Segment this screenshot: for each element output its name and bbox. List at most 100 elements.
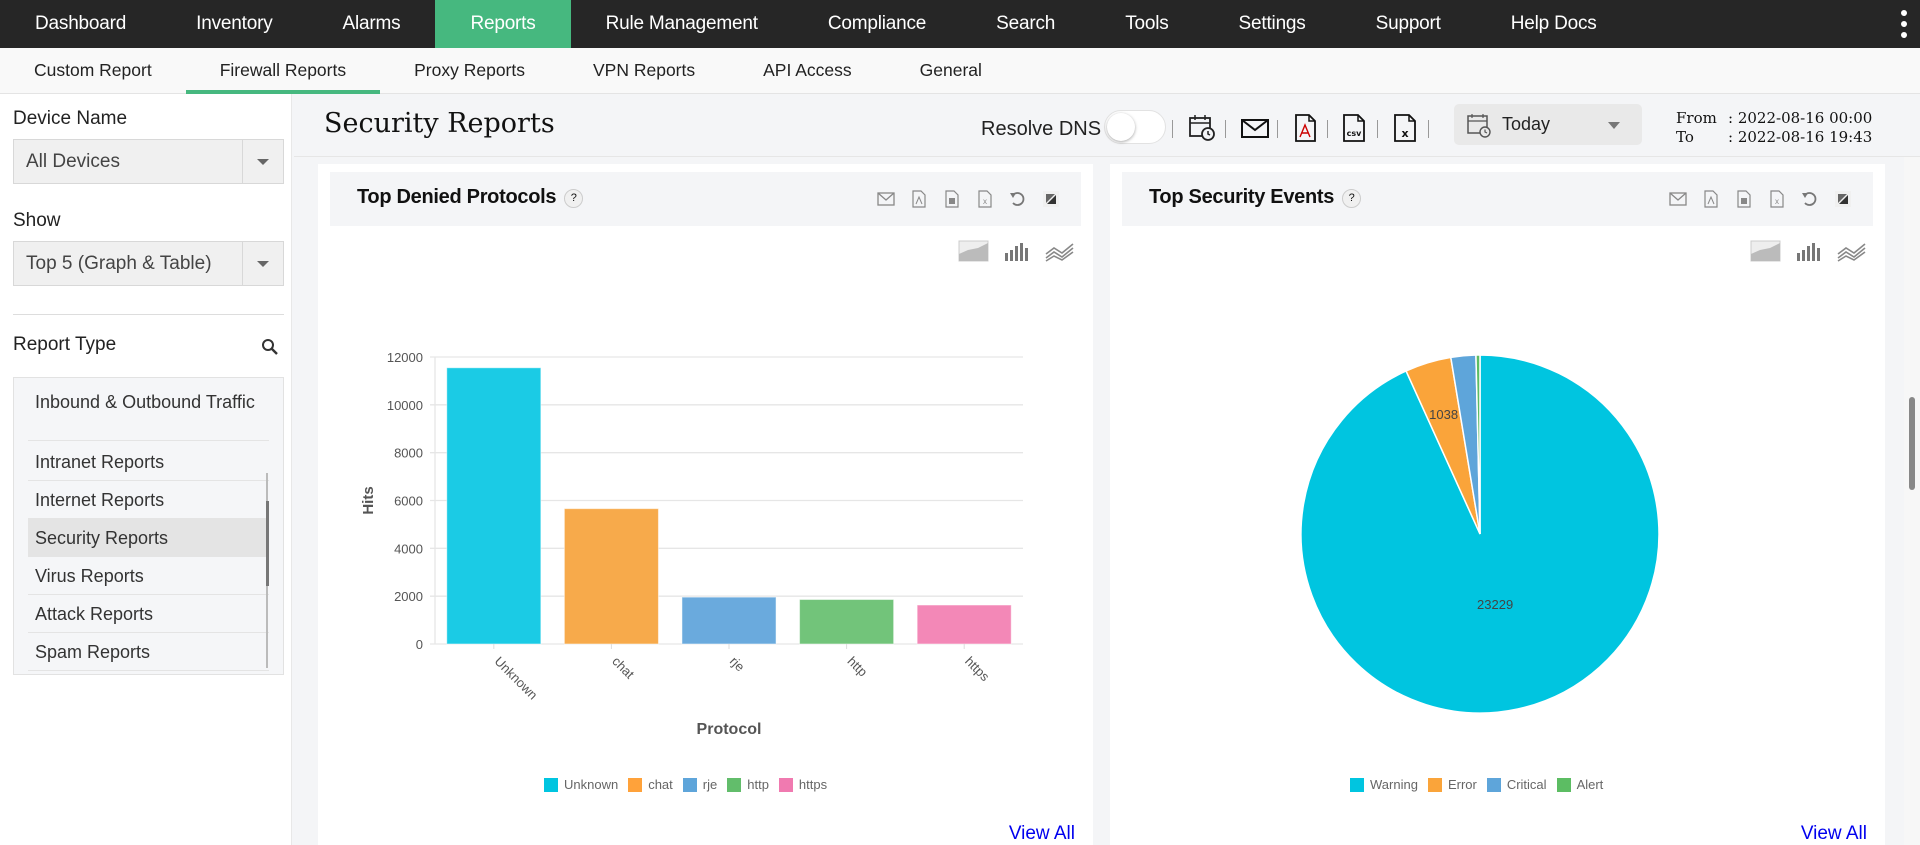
divider <box>1172 120 1173 138</box>
schedule-calendar-icon[interactable] <box>1187 112 1217 144</box>
nav-item-compliance[interactable]: Compliance <box>793 0 961 48</box>
bar-chart-icon[interactable] <box>1793 240 1824 262</box>
chevron-down-icon[interactable] <box>242 242 283 285</box>
legend-label: Unknown <box>564 777 619 792</box>
page-scrollbar-thumb[interactable] <box>1909 397 1915 490</box>
divider <box>1225 120 1226 138</box>
to-value: : 2022-08-16 19:43 <box>1728 128 1873 146</box>
refresh-icon[interactable] <box>1008 189 1028 209</box>
view-all-link[interactable]: View All <box>1801 823 1867 845</box>
legend-swatch <box>727 777 742 792</box>
tab-firewall-reports[interactable]: Firewall Reports <box>185 48 381 94</box>
nav-item-reports[interactable]: Reports <box>435 0 571 48</box>
report-type-item[interactable]: Internet Reports <box>28 481 269 519</box>
show-select[interactable]: Top 5 (Graph & Table) <box>13 241 284 286</box>
x-tick-label: https <box>962 654 993 685</box>
report-type-item[interactable]: Security Reports <box>28 519 269 557</box>
area-chart-icon[interactable] <box>1750 240 1781 262</box>
csv-icon[interactable] <box>1734 189 1754 209</box>
sidebar: Device Name All Devices Show Top 5 (Grap… <box>0 94 292 845</box>
resolve-dns-toggle[interactable] <box>1104 110 1166 144</box>
email-icon[interactable] <box>876 189 896 209</box>
legend-label: Warning <box>1370 777 1418 792</box>
nav-item-alarms[interactable]: Alarms <box>308 0 436 48</box>
card-title-text: Top Denied Protocols <box>357 186 557 208</box>
search-icon[interactable] <box>261 338 279 356</box>
legend-swatch <box>1486 777 1501 792</box>
more-options-icon[interactable] <box>1898 8 1910 40</box>
report-type-item[interactable]: Spam Reports <box>28 633 269 671</box>
tab-proxy-reports[interactable]: Proxy Reports <box>380 48 559 94</box>
legend-item[interactable]: Unknown <box>544 777 618 792</box>
legend-swatch <box>1427 777 1442 792</box>
svg-text:x: x <box>1775 197 1779 206</box>
top-navigation: Dashboard Inventory Alarms Reports Rule Mana… <box>0 0 1920 48</box>
page-scrollbar[interactable] <box>1904 157 1920 845</box>
excel-icon[interactable]: x <box>1767 189 1787 209</box>
legend-label: https <box>798 777 828 792</box>
legend-item[interactable]: https <box>778 777 828 792</box>
chart-legend: Unknown chat rje http https <box>544 777 827 792</box>
line-chart-icon[interactable] <box>1044 240 1075 262</box>
nav-item-search[interactable]: Search <box>961 0 1090 48</box>
refresh-icon[interactable] <box>1800 189 1820 209</box>
pie-data-label: 1038 <box>1429 407 1458 422</box>
pdf-icon[interactable] <box>1701 189 1721 209</box>
nav-item-support[interactable]: Support <box>1341 0 1476 48</box>
help-icon[interactable]: ? <box>1342 189 1362 208</box>
pdf-export-icon[interactable] <box>1290 112 1320 144</box>
line-chart-icon[interactable] <box>1836 240 1867 262</box>
excel-export-icon[interactable]: x <box>1390 112 1420 144</box>
email-icon[interactable] <box>1240 112 1270 144</box>
legend-item[interactable]: Error <box>1427 777 1477 792</box>
report-type-item[interactable]: Attack Reports <box>28 595 269 633</box>
x-tick-label: chat <box>609 654 637 682</box>
legend-item[interactable]: Alert <box>1556 777 1603 792</box>
csv-icon[interactable] <box>942 189 962 209</box>
divider <box>1428 120 1429 138</box>
nav-item-settings[interactable]: Settings <box>1204 0 1341 48</box>
nav-item-tools[interactable]: Tools <box>1090 0 1203 48</box>
view-all-link[interactable]: View All <box>1009 823 1075 845</box>
expand-icon[interactable] <box>1833 189 1853 209</box>
report-type-item[interactable]: Intranet Reports <box>28 443 269 481</box>
legend-label: rje <box>702 777 718 792</box>
pdf-icon[interactable] <box>909 189 929 209</box>
tab-custom-report[interactable]: Custom Report <box>0 48 186 94</box>
email-icon[interactable] <box>1668 189 1688 209</box>
chevron-down-icon[interactable] <box>242 140 283 183</box>
csv-export-icon[interactable]: csv <box>1339 112 1369 144</box>
divider <box>1377 120 1378 138</box>
legend-item[interactable]: Warning <box>1350 777 1418 792</box>
legend-label: Critical <box>1506 777 1547 792</box>
tab-vpn-reports[interactable]: VPN Reports <box>559 48 729 94</box>
area-chart-icon[interactable] <box>958 240 989 262</box>
bar-chart-icon[interactable] <box>1001 240 1032 262</box>
chevron-down-icon <box>1608 122 1620 129</box>
excel-icon[interactable]: x <box>975 189 995 209</box>
expand-icon[interactable] <box>1041 189 1061 209</box>
nav-item-dashboard[interactable]: Dashboard <box>0 0 161 48</box>
bar-https <box>916 604 1012 645</box>
x-tick-label: rje <box>727 654 748 675</box>
x-tick-label: Unknown <box>492 654 541 703</box>
legend-item[interactable]: chat <box>628 777 673 792</box>
tab-general[interactable]: General <box>886 48 1016 94</box>
nav-item-rule-management[interactable]: Rule Management <box>571 0 793 48</box>
report-type-item[interactable]: Virus Reports <box>28 557 269 595</box>
legend-item[interactable]: Critical <box>1486 777 1547 792</box>
chart-legend: Warning Error Critical Alert <box>1350 777 1603 792</box>
period-dropdown[interactable]: Today <box>1454 104 1642 145</box>
device-name-select[interactable]: All Devices <box>13 139 284 184</box>
legend-item[interactable]: http <box>727 777 769 792</box>
legend-item[interactable]: rje <box>682 777 718 792</box>
report-type-item[interactable]: Inbound & Outbound Traffic <box>28 389 269 441</box>
help-icon[interactable]: ? <box>564 189 584 208</box>
chart-type-switcher <box>1750 240 1867 262</box>
legend-swatch <box>1350 777 1364 792</box>
tab-api-access[interactable]: API Access <box>729 48 886 94</box>
chart-type-switcher <box>958 240 1075 262</box>
nav-item-inventory[interactable]: Inventory <box>161 0 307 48</box>
list-scrollbar-thumb[interactable] <box>266 501 269 586</box>
nav-item-help-docs[interactable]: Help Docs <box>1476 0 1632 48</box>
